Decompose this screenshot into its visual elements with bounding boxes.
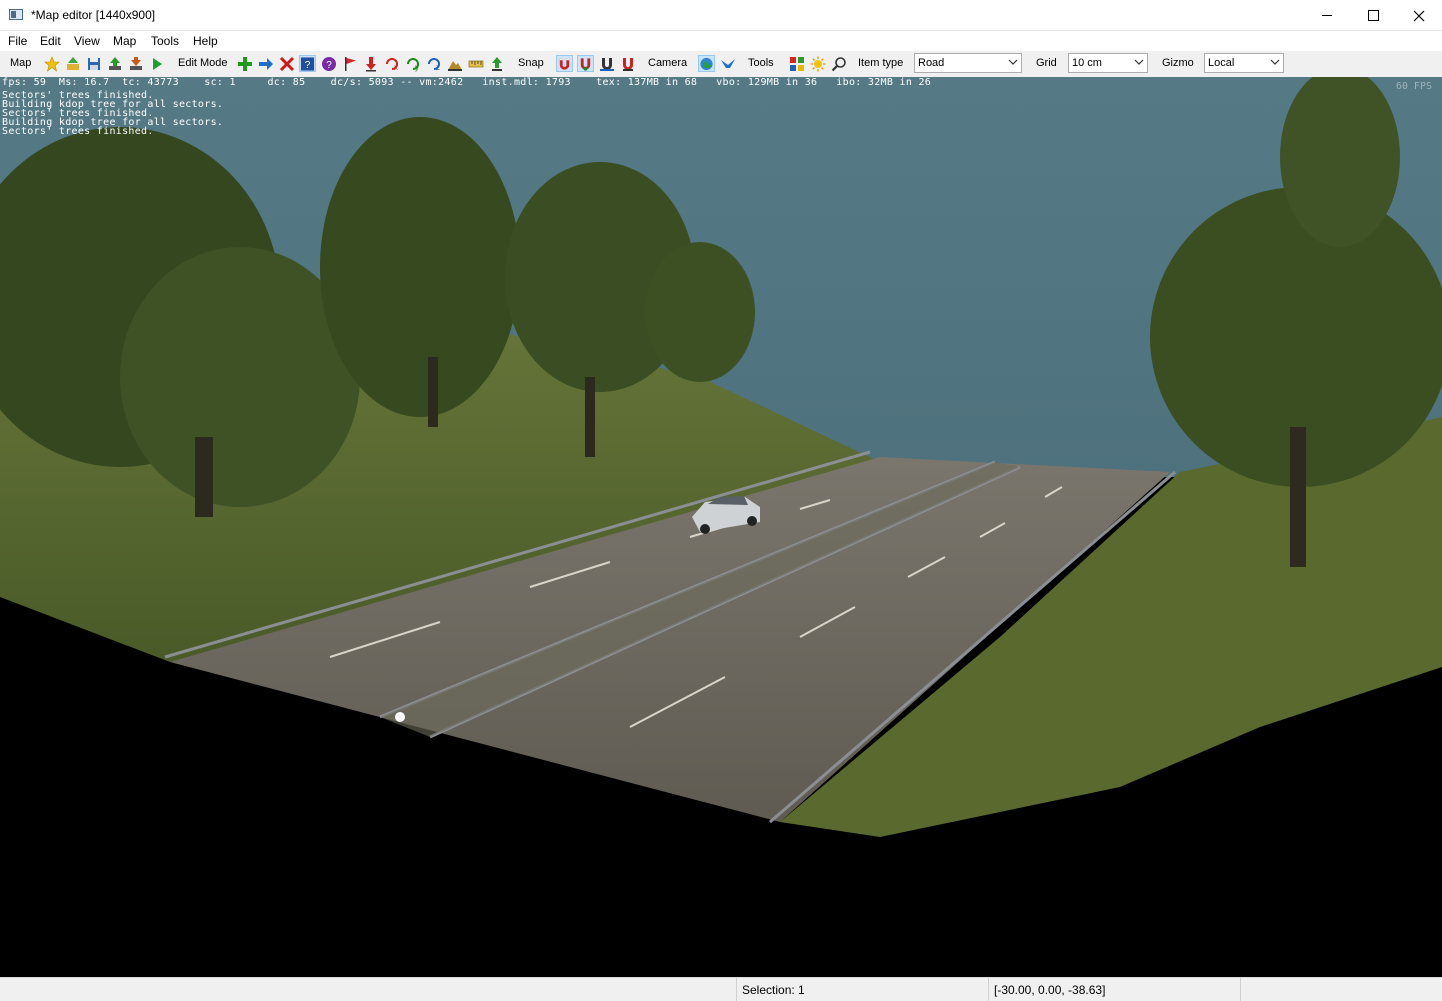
minimize-icon	[1322, 15, 1332, 16]
drop-down-icon[interactable]	[362, 55, 379, 72]
item-type-select[interactable]: Road	[914, 53, 1022, 73]
item-type-value: Road	[918, 57, 945, 69]
status-extra	[1240, 978, 1442, 1001]
status-selection: Selection: 1	[736, 978, 988, 1001]
ruler-icon[interactable]	[467, 55, 484, 72]
new-map-star-icon[interactable]	[43, 55, 60, 72]
svg-text:z: z	[436, 63, 440, 72]
rotate-z-icon[interactable]: z	[425, 55, 442, 72]
maximize-icon	[1367, 10, 1379, 21]
gizmo-select[interactable]: Local	[1204, 53, 1284, 73]
window-title: *Map editor [1440x900]	[31, 8, 156, 22]
app-icon	[9, 9, 23, 20]
move-arrow-icon[interactable]	[257, 55, 274, 72]
svg-text:y: y	[415, 63, 419, 72]
bird-icon[interactable]	[719, 55, 736, 72]
snap-magnet-grid-icon[interactable]	[619, 55, 636, 72]
color-grid-icon[interactable]	[788, 55, 805, 72]
map-label: Map	[10, 57, 32, 69]
sun-icon[interactable]	[809, 55, 826, 72]
title-bar: *Map editor [1440x900]	[0, 0, 1442, 31]
map-viewport[interactable]: fps: 59 Ms: 16.7 tc: 43773 sc: 1 dc: 85 …	[0, 77, 1442, 977]
menu-map[interactable]: Map	[113, 34, 136, 48]
save-icon[interactable]	[85, 55, 102, 72]
globe-icon[interactable]	[698, 55, 715, 72]
grid-value: 10 cm	[1072, 57, 1102, 69]
menu-file[interactable]: File	[8, 34, 27, 48]
open-map-icon[interactable]	[64, 55, 81, 72]
menu-help[interactable]: Help	[193, 34, 218, 48]
snap-label: Snap	[518, 57, 544, 69]
menu-tools[interactable]: Tools	[151, 34, 179, 48]
grid-select[interactable]: 10 cm	[1068, 53, 1148, 73]
snap-magnet-off-icon[interactable]	[598, 55, 615, 72]
chevron-down-icon	[1270, 59, 1280, 65]
snap-magnet-icon[interactable]	[556, 55, 573, 72]
flag-icon[interactable]	[341, 55, 358, 72]
svg-text:x: x	[394, 63, 398, 72]
gizmo-label: Gizmo	[1162, 57, 1194, 69]
status-empty	[0, 978, 736, 1001]
status-coordinates: [-30.00, 0.00, -38.63]	[988, 978, 1240, 1001]
chevron-down-icon	[1134, 59, 1144, 65]
edit-mode-label: Edit Mode	[178, 57, 228, 69]
stats-overlay: fps: 59 Ms: 16.7 tc: 43773 sc: 1 dc: 85 …	[2, 77, 932, 88]
fps-corner-label: 60 FPS	[1395, 81, 1432, 92]
export-icon[interactable]	[106, 55, 123, 72]
toolbar: Map Edit Mode ? ? x y z Snap Camera Tool…	[0, 51, 1442, 78]
grid-label: Grid	[1036, 57, 1057, 69]
rotate-y-icon[interactable]: y	[404, 55, 421, 72]
close-button[interactable]	[1396, 0, 1442, 31]
rotate-x-icon[interactable]: x	[383, 55, 400, 72]
menu-bar: File Edit View Map Tools Help	[0, 31, 1442, 51]
scene-render	[0, 77, 1442, 977]
status-bar: Selection: 1 [-30.00, 0.00, -38.63]	[0, 977, 1442, 1001]
menu-view[interactable]: View	[74, 34, 100, 48]
info-mode-icon[interactable]: ?	[299, 55, 316, 72]
selection-node[interactable]	[395, 712, 405, 722]
raise-icon[interactable]	[488, 55, 505, 72]
play-icon[interactable]	[148, 55, 165, 72]
svg-text:?: ?	[305, 59, 311, 70]
add-icon[interactable]	[236, 55, 253, 72]
maximize-button[interactable]	[1350, 0, 1396, 31]
snap-magnet-alt-icon[interactable]	[577, 55, 594, 72]
svg-text:?: ?	[326, 60, 332, 71]
import-icon[interactable]	[127, 55, 144, 72]
close-icon	[1413, 10, 1425, 21]
search-icon[interactable]	[830, 55, 847, 72]
item-type-label: Item type	[858, 57, 904, 69]
chevron-down-icon	[1008, 59, 1018, 65]
log-line: Sectors' trees finished.	[2, 126, 154, 137]
minimize-button[interactable]	[1304, 0, 1350, 31]
camera-label: Camera	[648, 57, 688, 69]
delete-icon[interactable]	[278, 55, 295, 72]
terrain-icon[interactable]	[446, 55, 463, 72]
menu-edit[interactable]: Edit	[40, 34, 61, 48]
help-icon[interactable]: ?	[320, 55, 337, 72]
gizmo-value: Local	[1208, 57, 1235, 69]
tools-label: Tools	[748, 57, 774, 69]
